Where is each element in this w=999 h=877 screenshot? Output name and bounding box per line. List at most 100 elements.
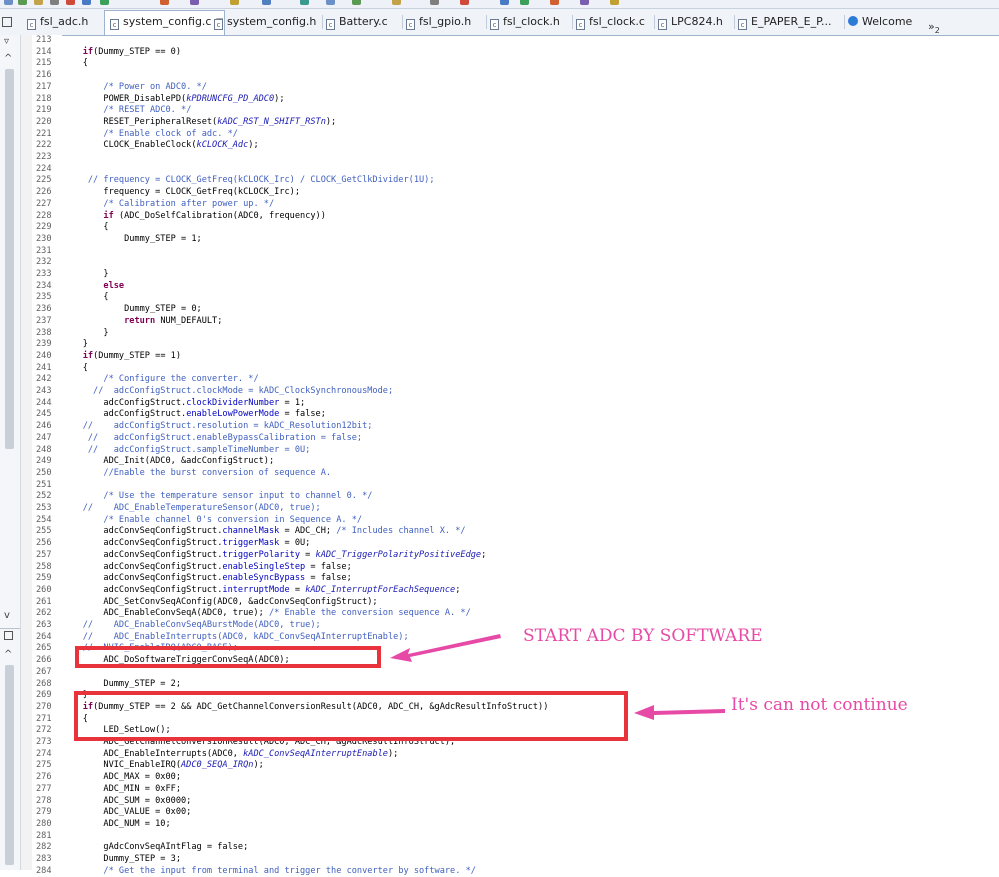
code-line[interactable]: Dummy_STEP = 1; <box>62 234 202 246</box>
code-line[interactable]: adcConvSeqConfigStruct.channelMask = ADC… <box>62 526 465 538</box>
line-number: 252 <box>36 491 52 502</box>
tab-label: fsl_gpio.h <box>419 15 472 28</box>
code-line[interactable]: if(Dummy_STEP == 0) <box>62 47 181 59</box>
code-line[interactable]: Dummy_STEP = 2; <box>62 679 181 691</box>
toolbar-button[interactable] <box>262 0 271 5</box>
code-line[interactable]: // ADC_EnableTemperatureSensor(ADC0, tru… <box>62 503 321 515</box>
code-line[interactable]: adcConvSeqConfigStruct.triggerPolarity =… <box>62 550 486 562</box>
toolbar-button[interactable] <box>460 0 469 5</box>
code-line[interactable]: // adcConfigStruct.sampleTimeNumber = 0U… <box>62 445 311 457</box>
code-line[interactable]: // adcConfigStruct.clockMode = kADC_Cloc… <box>62 386 393 398</box>
code-line[interactable]: ADC_NUM = 10; <box>62 819 170 831</box>
code-line[interactable]: } <box>62 339 88 351</box>
code-line[interactable]: gAdcConvSeqAIntFlag = false; <box>62 842 248 854</box>
code-line[interactable]: ADC_SetConvSeqAConfig(ADC0, &adcConvSeqC… <box>62 597 377 609</box>
code-line[interactable]: //Enable the burst conversion of sequenc… <box>62 468 331 480</box>
code-line[interactable]: RESET_PeripheralReset(kADC_RST_N_SHIFT_R… <box>62 117 336 129</box>
tab-fsl-clock-c[interactable]: c fsl_clock.c <box>576 11 645 33</box>
toolbar-button[interactable] <box>4 0 13 5</box>
code-line[interactable]: CLOCK_EnableClock(kCLOCK_Adc); <box>62 140 258 152</box>
code-line[interactable]: frequency = CLOCK_GetFreq(kCLOCK_Irc); <box>62 187 300 199</box>
minimize-icon[interactable] <box>4 631 13 643</box>
code-line[interactable]: else <box>62 281 124 293</box>
toolbar-button[interactable] <box>34 0 43 5</box>
tab-battery-c[interactable]: c Battery.c <box>326 11 388 33</box>
panel-scrollbar[interactable] <box>5 665 14 865</box>
toolbar-button[interactable] <box>580 0 589 5</box>
code-line[interactable]: ADC_VALUE = 0x00; <box>62 807 191 819</box>
toolbar-button[interactable] <box>300 0 309 5</box>
code-line[interactable]: { <box>62 222 108 234</box>
code-line[interactable]: // ADC_EnableInterrupts(ADC0, kADC_ConvS… <box>62 632 409 644</box>
code-line[interactable]: // ADC_EnableConvSeqABurstMode(ADC0, tru… <box>62 620 321 632</box>
tab-fsl-clock-h[interactable]: c fsl_clock.h <box>490 11 560 33</box>
toolbar-button[interactable] <box>610 0 619 5</box>
code-line[interactable]: Dummy_STEP = 0; <box>62 304 202 316</box>
code-line[interactable]: ADC_MIN = 0xFF; <box>62 784 181 796</box>
code-line[interactable]: NVIC_EnableIRQ(ADC0_SEQA_IRQn); <box>62 760 263 772</box>
toolbar-button[interactable] <box>18 0 27 5</box>
code-line[interactable]: ADC_EnableInterrupts(ADC0, kADC_ConvSeqA… <box>62 749 398 761</box>
code-line[interactable]: ADC_SUM = 0x0000; <box>62 796 191 808</box>
toolbar-button[interactable] <box>430 0 439 5</box>
toolbar-button[interactable] <box>66 0 75 5</box>
code-line[interactable]: return NUM_DEFAULT; <box>62 316 222 328</box>
code-line[interactable]: adcConvSeqConfigStruct.enableSingleStep … <box>62 562 351 574</box>
scroll-down-icon[interactable]: v <box>4 610 10 621</box>
code-line[interactable]: ADC_EnableConvSeqA(ADC0, true); /* Enabl… <box>62 608 470 620</box>
code-line[interactable]: ADC_Init(ADC0, &adcConfigStruct); <box>62 456 274 468</box>
code-line[interactable]: /* Use the temperature sensor input to c… <box>62 491 372 503</box>
tab-welcome[interactable]: Welcome <box>848 11 912 33</box>
toolbar-button[interactable] <box>190 0 199 5</box>
toolbar-button[interactable] <box>100 0 109 5</box>
code-line[interactable]: } <box>62 328 108 340</box>
code-line[interactable]: /* Enable channel 0's conversion in Sequ… <box>62 515 362 527</box>
toolbar-button[interactable] <box>230 0 239 5</box>
code-line[interactable]: ADC_MAX = 0x00; <box>62 772 181 784</box>
code-line[interactable]: adcConvSeqConfigStruct.enableSyncBypass … <box>62 573 351 585</box>
code-line[interactable]: /* Power on ADC0. */ <box>62 82 206 94</box>
code-line[interactable]: adcConfigStruct.enableLowPowerMode = fal… <box>62 409 326 421</box>
code-line[interactable]: /* Calibration after power up. */ <box>62 199 274 211</box>
code-line[interactable]: } <box>62 269 108 281</box>
scroll-up-icon[interactable]: ^ <box>4 53 12 64</box>
tab-system-config-c[interactable]: csystem_config.c⊠ <box>104 10 225 35</box>
toolbar-button[interactable] <box>352 0 361 5</box>
code-editor[interactable]: if(Dummy_STEP == 0) { /* Power on ADC0. … <box>62 35 992 876</box>
toolbar-button[interactable] <box>326 0 335 5</box>
code-line[interactable]: /* Configure the converter. */ <box>62 374 258 386</box>
collapse-icon[interactable]: ▿ <box>4 36 9 47</box>
code-line[interactable]: /* RESET ADC0. */ <box>62 105 191 117</box>
code-line[interactable]: Dummy_STEP = 3; <box>62 854 181 866</box>
code-line[interactable]: { <box>62 363 88 375</box>
scroll-up-icon-2[interactable]: ^ <box>4 649 12 660</box>
outline-scrollbar[interactable] <box>5 69 14 449</box>
toolbar-button[interactable] <box>500 0 509 5</box>
tab-lpc824-h[interactable]: c LPC824.h <box>658 11 723 33</box>
tab-fsl-gpio-h[interactable]: c fsl_gpio.h <box>406 11 471 33</box>
toolbar-button[interactable] <box>82 0 91 5</box>
code-line[interactable]: // frequency = CLOCK_GetFreq(kCLOCK_Irc)… <box>62 175 435 187</box>
code-line[interactable]: adcConvSeqConfigStruct.triggerMask = 0U; <box>62 538 310 550</box>
code-line[interactable]: /* Get the input from terminal and trigg… <box>62 866 476 877</box>
code-line[interactable]: POWER_DisablePD(kPDRUNCFG_PD_ADC0); <box>62 94 284 106</box>
code-line[interactable]: { <box>62 292 108 304</box>
tab-system-config-h[interactable]: c system_config.h <box>214 11 316 33</box>
toolbar-button[interactable] <box>160 0 169 5</box>
code-line[interactable]: // adcConfigStruct.resolution = kADC_Res… <box>62 421 373 433</box>
code-line[interactable]: // adcConfigStruct.enableBypassCalibrati… <box>62 433 362 445</box>
code-line[interactable]: if(Dummy_STEP == 1) <box>62 351 181 363</box>
toolbar-button[interactable] <box>50 0 59 5</box>
code-line[interactable]: /* Enable clock of adc. */ <box>62 129 238 141</box>
code-line[interactable]: if (ADC_DoSelfCalibration(ADC0, frequenc… <box>62 211 326 223</box>
more-tabs-button[interactable]: »2 <box>928 20 940 35</box>
toolbar-button[interactable] <box>392 0 401 5</box>
view-menu-icon[interactable] <box>2 11 12 33</box>
tab-e-paper-e-p[interactable]: c E_PAPER_E_P... <box>738 11 832 33</box>
toolbar-button[interactable] <box>520 0 529 5</box>
toolbar-button[interactable] <box>550 0 559 5</box>
code-line[interactable]: adcConfigStruct.clockDividerNumber = 1; <box>62 398 305 410</box>
code-line[interactable]: adcConvSeqConfigStruct.interruptMode = k… <box>62 585 460 597</box>
tab-fsl-adc-h[interactable]: c fsl_adc.h <box>27 11 88 33</box>
code-line[interactable]: { <box>62 58 88 70</box>
